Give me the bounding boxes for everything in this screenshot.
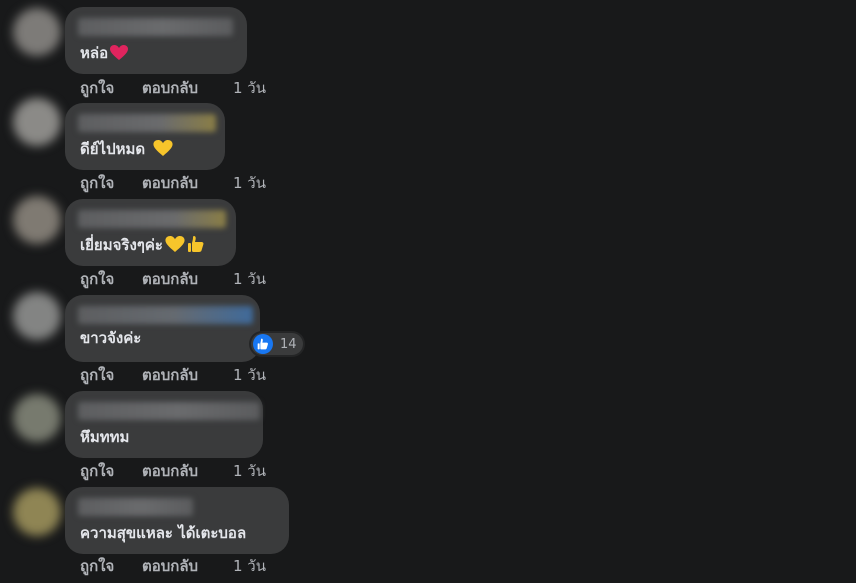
timestamp[interactable]: 1 วัน [233, 556, 266, 576]
comment-bubble: เยี่ยมจริงๆค่ะ [65, 199, 236, 266]
avatar[interactable] [13, 488, 61, 536]
comment-actions: ถูกใจ ตอบกลับ 1 วัน [80, 173, 266, 193]
like-button[interactable]: ถูกใจ [80, 461, 142, 481]
comment-actions: ถูกใจ ตอบกลับ 1 วัน [80, 365, 266, 385]
comment: ความสุขแหละ ได้เตะบอล ถูกใจ ตอบกลับ 1 วัน [0, 480, 856, 576]
comment-bubble: ขาวจังค่ะ [65, 295, 260, 362]
comment: หึมททม ถูกใจ ตอบกลับ 1 วัน [0, 384, 856, 480]
comment-text: เยี่ยมจริงๆค่ะ [80, 236, 163, 254]
thumbs-up-icon [187, 235, 205, 258]
reaction-count-pill[interactable]: 14 [251, 333, 303, 355]
reply-button[interactable]: ตอบกลับ [142, 78, 233, 98]
timestamp[interactable]: 1 วัน [233, 365, 266, 385]
comment-text-wrap: ขาวจังค่ะ [80, 328, 141, 348]
author-name-blurred[interactable] [78, 402, 260, 420]
timestamp[interactable]: 1 วัน [233, 269, 266, 289]
comment-bubble: ดีย์ไปหมด [65, 103, 225, 170]
author-name-blurred[interactable] [78, 114, 216, 132]
comment-text: ดีย์ไปหมด [80, 140, 146, 158]
reply-button[interactable]: ตอบกลับ [142, 269, 233, 289]
author-name-blurred[interactable] [78, 18, 233, 36]
comment-actions: ถูกใจ ตอบกลับ 1 วัน [80, 556, 266, 576]
reply-button[interactable]: ตอบกลับ [142, 461, 233, 481]
avatar[interactable] [13, 292, 61, 340]
comment-text-wrap: ดีย์ไปหมด [80, 139, 173, 162]
reaction-count: 14 [280, 336, 297, 352]
avatar[interactable] [13, 394, 61, 442]
timestamp[interactable]: 1 วัน [233, 173, 266, 193]
like-icon [253, 334, 273, 354]
like-button[interactable]: ถูกใจ [80, 78, 142, 98]
comment: หล่อ ถูกใจ ตอบกลับ 1 วัน [0, 0, 856, 98]
comment-text-wrap: ความสุขแหละ ได้เตะบอล [80, 523, 246, 543]
comment: เยี่ยมจริงๆค่ะ ถูกใจ ตอบกลับ 1 วัน [0, 192, 856, 288]
comment-actions: ถูกใจ ตอบกลับ 1 วัน [80, 78, 266, 98]
avatar[interactable] [13, 8, 61, 56]
like-button[interactable]: ถูกใจ [80, 173, 142, 193]
yellow-heart-icon [153, 140, 173, 162]
comment-text-wrap: เยี่ยมจริงๆค่ะ [80, 235, 205, 258]
timestamp[interactable]: 1 วัน [233, 461, 266, 481]
comment-text: หึมททม [80, 428, 130, 446]
author-name-blurred[interactable] [78, 306, 253, 324]
comment-text: หล่อ [80, 44, 109, 62]
comment-actions: ถูกใจ ตอบกลับ 1 วัน [80, 269, 266, 289]
author-name-blurred[interactable] [78, 210, 226, 228]
yellow-heart-icon [165, 236, 185, 258]
like-button[interactable]: ถูกใจ [80, 556, 142, 576]
comment-text-wrap: หล่อ [80, 43, 129, 66]
comment-text: ขาวจังค่ะ [80, 329, 142, 347]
comment-bubble: ความสุขแหละ ได้เตะบอล [65, 487, 289, 554]
like-button[interactable]: ถูกใจ [80, 365, 142, 385]
comment-bubble: หึมททม [65, 391, 263, 458]
red-heart-icon [110, 45, 129, 66]
timestamp[interactable]: 1 วัน [233, 78, 266, 98]
reply-button[interactable]: ตอบกลับ [142, 365, 233, 385]
avatar[interactable] [13, 98, 61, 146]
like-button[interactable]: ถูกใจ [80, 269, 142, 289]
comment: ขาวจังค่ะ 14 ถูกใจ ตอบกลับ 1 วัน [0, 288, 856, 384]
reply-button[interactable]: ตอบกลับ [142, 556, 233, 576]
comment-text: ความสุขแหละ ได้เตะบอล [80, 524, 247, 542]
author-name-blurred[interactable] [78, 498, 193, 516]
comment-bubble: หล่อ [65, 7, 247, 74]
avatar[interactable] [13, 196, 61, 244]
comment-actions: ถูกใจ ตอบกลับ 1 วัน [80, 461, 266, 481]
comment-text-wrap: หึมททม [80, 427, 129, 447]
comment: ดีย์ไปหมด ถูกใจ ตอบกลับ 1 วัน [0, 96, 856, 192]
reply-button[interactable]: ตอบกลับ [142, 173, 233, 193]
